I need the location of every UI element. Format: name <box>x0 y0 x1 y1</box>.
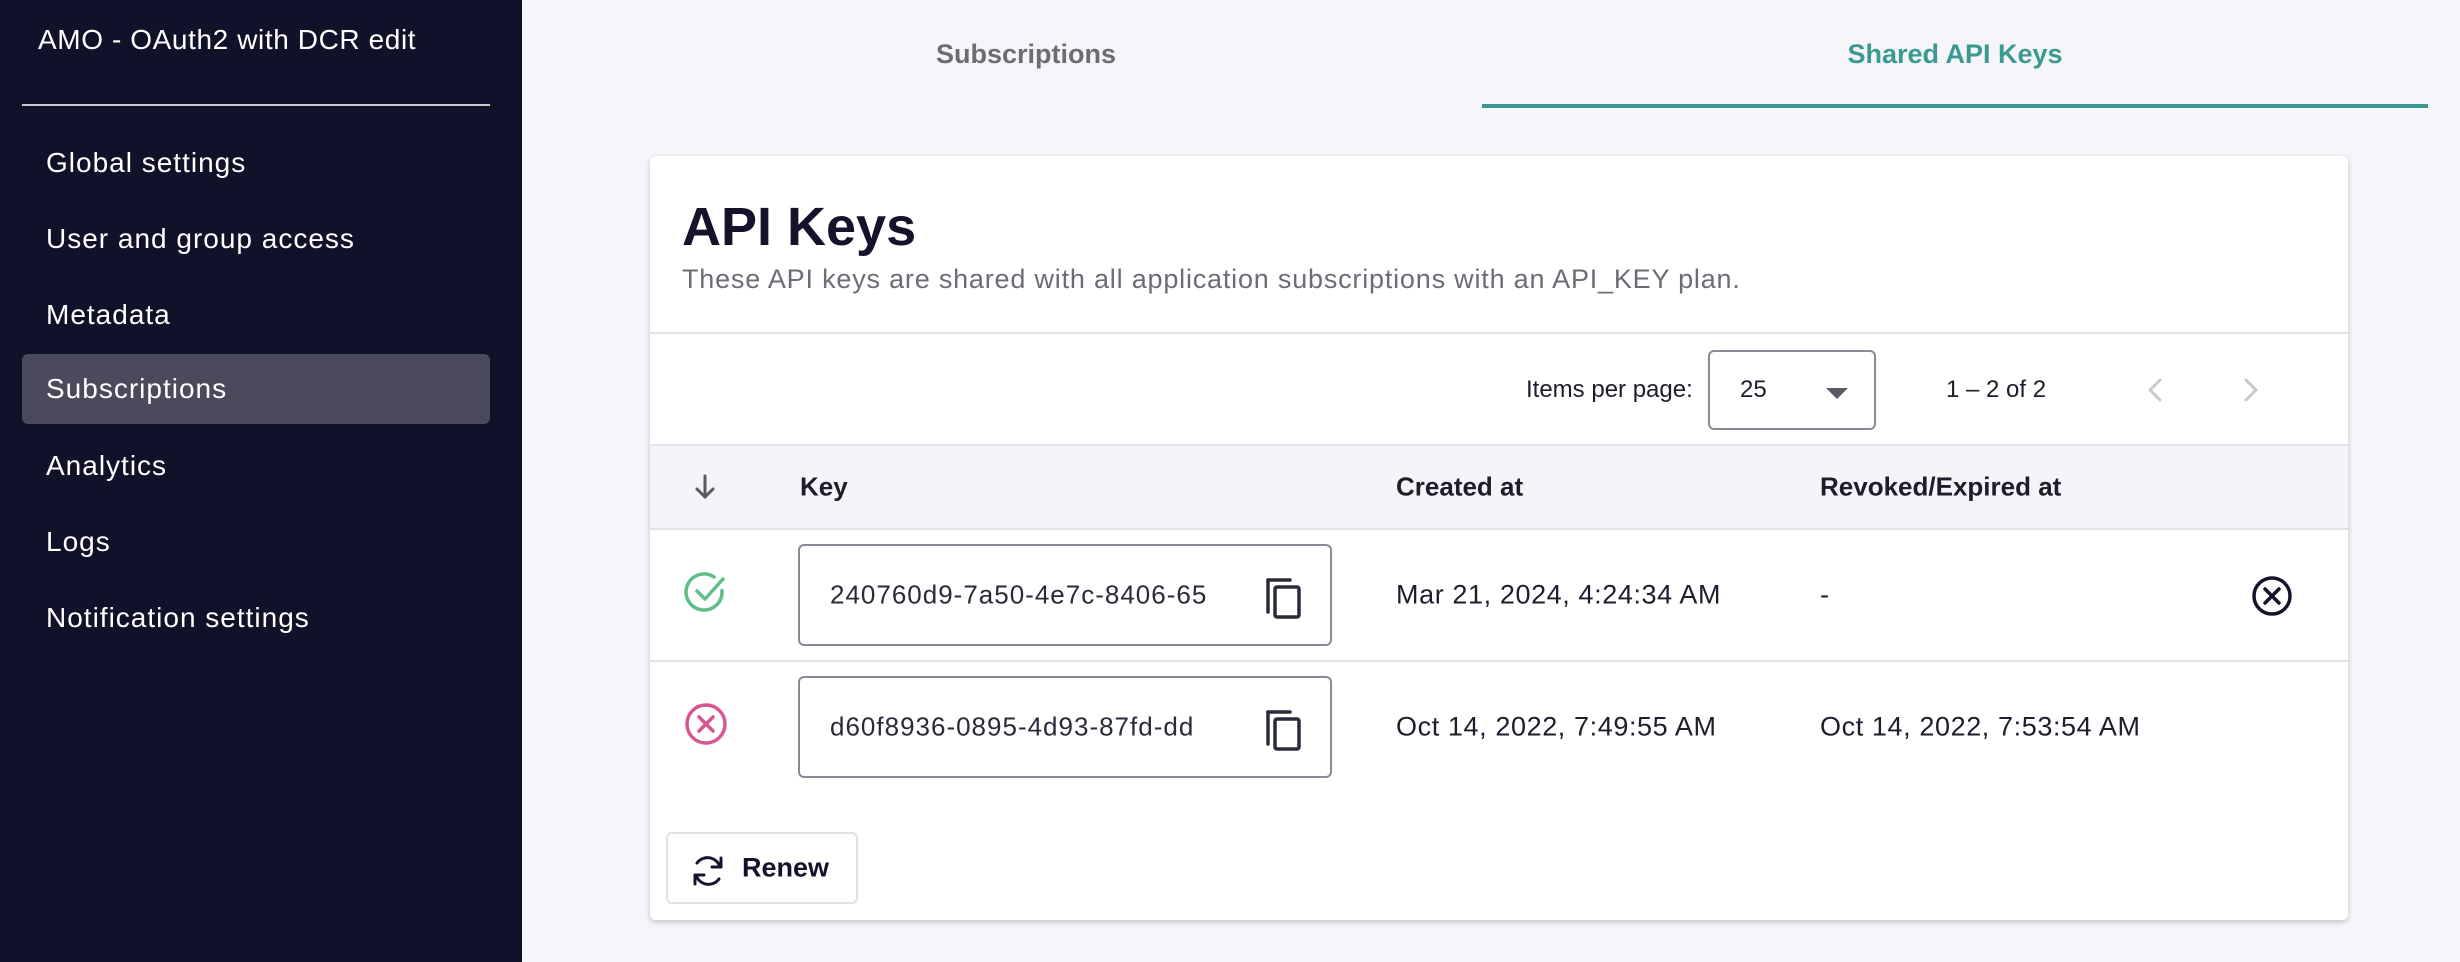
sidebar-item-label: Analytics <box>46 450 168 481</box>
api-key-field[interactable]: 240760d9-7a50-4e7c-8406-65 <box>798 544 1332 646</box>
renew-button[interactable]: Renew <box>666 832 858 904</box>
tab-label: Subscriptions <box>935 38 1117 69</box>
tab-subscriptions[interactable]: Subscriptions <box>585 0 1467 108</box>
sidebar-item-metadata[interactable]: Metadata <box>22 280 490 350</box>
items-per-page-select[interactable]: 25 <box>1708 350 1876 430</box>
items-per-page-label: Items per page: <box>1526 376 1693 403</box>
sidebar-item-label: Metadata <box>46 299 171 330</box>
api-keys-card: API Keys These API keys are shared with … <box>650 156 2348 920</box>
sidebar-item-logs[interactable]: Logs <box>22 507 490 577</box>
card-title: API Keys <box>682 197 917 257</box>
api-key-value: 240760d9-7a50-4e7c-8406-65 <box>830 579 1208 610</box>
active-tab-indicator <box>1482 104 2428 108</box>
revoke-key-button[interactable] <box>2250 574 2294 618</box>
sidebar-divider <box>22 104 490 106</box>
column-header-created-at: Created at <box>1396 471 1524 502</box>
column-header-revoked-expired-at: Revoked/Expired at <box>1820 471 2062 502</box>
tab-shared-api-keys[interactable]: Shared API Keys <box>1482 0 2428 108</box>
caret-down-icon <box>1826 388 1848 399</box>
sidebar-item-subscriptions[interactable]: Subscriptions <box>22 354 490 424</box>
sidebar-item-label: Logs <box>46 526 111 557</box>
sidebar-item-label: Subscriptions <box>46 373 228 404</box>
close-circle-icon <box>2252 576 2292 616</box>
sidebar-item-label: User and group access <box>46 223 355 254</box>
app-title: AMO - OAuth2 with DCR edit <box>38 24 417 55</box>
paginator: Items per page: 25 1 – 2 of 2 <box>650 334 2348 446</box>
sidebar-item-user-and-group-access[interactable]: User and group access <box>22 204 490 274</box>
refresh-icon <box>690 854 726 888</box>
created-at: Mar 21, 2024, 4:24:34 AM <box>1396 579 1722 610</box>
items-per-page-value: 25 <box>1740 376 1767 403</box>
created-at: Oct 14, 2022, 7:49:55 AM <box>1396 711 1717 742</box>
copy-icon[interactable] <box>1258 702 1308 756</box>
sidebar-item-label: Notification settings <box>46 602 310 633</box>
sidebar-item-label: Global settings <box>46 147 247 178</box>
chevron-right-icon <box>2244 378 2258 402</box>
revoked-at: Oct 14, 2022, 7:53:54 AM <box>1820 711 2141 742</box>
copy-icon[interactable] <box>1258 570 1308 624</box>
chevron-left-icon <box>2148 378 2162 402</box>
api-key-value: d60f8936-0895-4d93-87fd-dd <box>830 711 1195 742</box>
sort-button[interactable] <box>690 472 720 502</box>
card-subtitle: These API keys are shared with all appli… <box>682 264 1741 294</box>
next-page-button[interactable] <box>2230 370 2270 410</box>
x-circle-icon <box>682 700 730 748</box>
column-header-key: Key <box>800 471 848 502</box>
previous-page-button[interactable] <box>2136 370 2176 410</box>
table-header: Key Created at Revoked/Expired at <box>650 446 2348 528</box>
sidebar: AMO - OAuth2 with DCR edit Global settin… <box>0 0 522 962</box>
page-range-label: 1 – 2 of 2 <box>1946 376 2047 403</box>
sidebar-item-notification-settings[interactable]: Notification settings <box>22 583 490 653</box>
revoked-at: - <box>1820 579 1830 610</box>
arrow-down-icon <box>695 474 715 499</box>
sidebar-item-analytics[interactable]: Analytics <box>22 431 490 501</box>
table-row: d60f8936-0895-4d93-87fd-dd Oct 14, 2022,… <box>650 662 2348 792</box>
api-key-field[interactable]: d60f8936-0895-4d93-87fd-dd <box>798 676 1332 778</box>
sidebar-item-global-settings[interactable]: Global settings <box>22 128 490 198</box>
tab-label: Shared API Keys <box>1847 38 2063 69</box>
renew-label: Renew <box>742 852 830 883</box>
table-row: 240760d9-7a50-4e7c-8406-65 Mar 21, 2024,… <box>650 530 2348 660</box>
check-circle-icon <box>682 568 730 616</box>
